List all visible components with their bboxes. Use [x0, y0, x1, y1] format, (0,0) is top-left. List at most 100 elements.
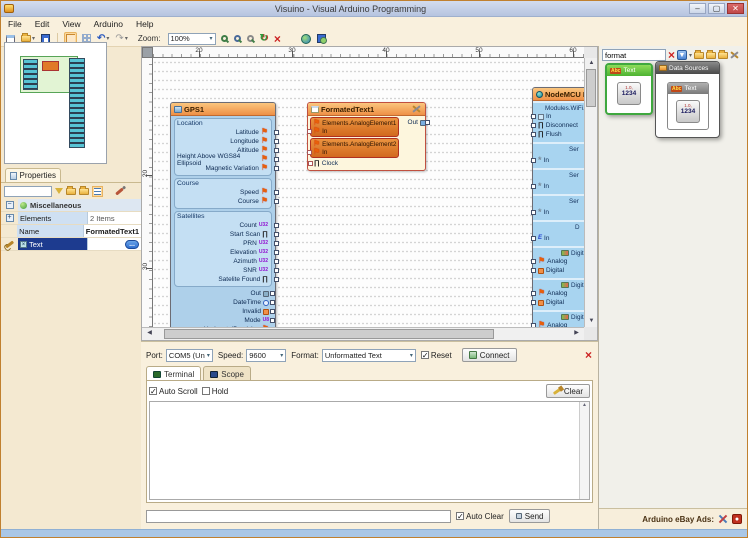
- pin-connector[interactable]: [274, 250, 279, 255]
- palette-item-text[interactable]: Abc Text 1.0, 1234: [667, 82, 709, 130]
- maximize-button[interactable]: ▢: [708, 3, 725, 14]
- close-button[interactable]: ✕: [727, 3, 744, 14]
- pin-row[interactable]: Analog: [533, 289, 584, 298]
- pin-connector[interactable]: [274, 148, 279, 153]
- format-combo[interactable]: Unformatted Text: [322, 349, 416, 362]
- pin-connector[interactable]: [531, 158, 536, 163]
- scrollbar-thumb[interactable]: [164, 329, 494, 339]
- pin-connector[interactable]: [425, 120, 430, 125]
- reset-checkbox[interactable]: ✓ Reset: [421, 351, 452, 360]
- pin-row[interactable]: Longitude: [177, 137, 268, 146]
- collapse-icon[interactable]: −: [6, 201, 14, 209]
- pin-connector[interactable]: [274, 277, 279, 282]
- open-dropdown-arrow[interactable]: ▾: [32, 35, 35, 42]
- palette-category-data-sources[interactable]: Data Sources Abc Text 1.0, 1234: [655, 61, 720, 138]
- expand-all-icon[interactable]: [66, 188, 76, 195]
- design-canvas[interactable]: GPS1 Location Latitude Longitude Altitud…: [153, 58, 584, 327]
- zoom-combo[interactable]: 100%: [168, 33, 216, 45]
- export-button[interactable]: [316, 33, 327, 44]
- analog-element-2[interactable]: Elements.AnalogElement2 In: [310, 138, 399, 158]
- scroll-right-arrow[interactable]: ▶: [571, 328, 582, 339]
- zoom-in-button[interactable]: [220, 34, 229, 43]
- pin-row[interactable]: Mode: [174, 316, 269, 325]
- nodemcu-header[interactable]: NodeMCU ESP: [533, 88, 584, 101]
- pin-row[interactable]: Elevation: [177, 248, 268, 257]
- auto-scroll-checkbox[interactable]: ✓ Auto Scroll: [149, 387, 198, 396]
- scroll-up-arrow[interactable]: ▲: [582, 402, 587, 408]
- pin-connector[interactable]: [531, 236, 536, 241]
- pin-connector[interactable]: [274, 268, 279, 273]
- pin-row[interactable]: Invalid: [174, 307, 269, 316]
- pin-connector[interactable]: [274, 241, 279, 246]
- zoom-original-button[interactable]: [246, 34, 255, 43]
- pin-row[interactable]: Analog: [533, 257, 584, 266]
- pin-connector[interactable]: [531, 210, 536, 215]
- expand-folder-icon[interactable]: [706, 52, 716, 59]
- hold-checkbox[interactable]: Hold: [202, 387, 228, 396]
- pin-connector[interactable]: [274, 259, 279, 264]
- clear-button[interactable]: Clear: [546, 384, 590, 398]
- pin-connector[interactable]: [270, 309, 275, 314]
- filter-icon[interactable]: [55, 188, 63, 194]
- categories-toggle-icon[interactable]: [92, 186, 103, 197]
- sort-down-icon[interactable]: ▼: [677, 50, 687, 60]
- connect-button[interactable]: Connect: [462, 348, 517, 362]
- delete-button[interactable]: [273, 32, 282, 46]
- property-row-elements[interactable]: + Elements 2 Items: [1, 212, 141, 225]
- menu-view[interactable]: View: [62, 19, 80, 29]
- item-header[interactable]: Abc Text: [668, 83, 708, 94]
- component-formattedtext1[interactable]: FormatedText1 Out Elements.AnalogElement…: [307, 102, 426, 171]
- pin-row[interactable]: DateTime: [174, 298, 269, 307]
- pin-row[interactable]: Flush: [533, 130, 584, 139]
- pin-connector[interactable]: [531, 259, 536, 264]
- checkbox-checked[interactable]: ✓: [421, 351, 429, 359]
- pin-row[interactable]: In: [313, 148, 396, 156]
- pin-row[interactable]: Speed: [177, 188, 268, 197]
- property-row-text[interactable]: × Text ...: [1, 238, 141, 251]
- disconnect-icon[interactable]: [585, 349, 592, 361]
- scroll-left-arrow[interactable]: ◀: [144, 328, 155, 339]
- speed-combo[interactable]: 9600: [246, 349, 286, 362]
- pin-row[interactable]: Disconnect: [533, 121, 584, 130]
- ads-close-icon[interactable]: ●: [732, 514, 742, 524]
- pin-row[interactable]: In: [533, 112, 584, 121]
- canvas-vertical-scrollbar[interactable]: ▲ ▼: [584, 58, 597, 327]
- collapse-all-icon[interactable]: [79, 188, 89, 195]
- pin-connector[interactable]: [274, 190, 279, 195]
- redo-button[interactable]: ▾: [114, 33, 128, 45]
- refresh-button[interactable]: [259, 33, 269, 45]
- pin-connector[interactable]: [274, 232, 279, 237]
- menu-arduino[interactable]: Arduino: [94, 19, 123, 29]
- pin-connector[interactable]: [531, 268, 536, 273]
- pin-connector[interactable]: [531, 291, 536, 296]
- pin-connector[interactable]: [274, 199, 279, 204]
- pin-connector[interactable]: [531, 300, 536, 305]
- pin-row[interactable]: Course: [177, 197, 268, 206]
- scrollbar-thumb[interactable]: [586, 69, 596, 107]
- pin-row[interactable]: Satelite Found: [177, 275, 268, 284]
- component-nodemcu[interactable]: NodeMCU ESP Modules.WiFi.So In Disconnec…: [532, 87, 584, 327]
- pin-connector[interactable]: [270, 300, 275, 305]
- send-input[interactable]: [146, 510, 451, 523]
- pin-row[interactable]: Out: [408, 118, 426, 127]
- category-header[interactable]: Data Sources: [656, 62, 719, 74]
- gps1-header[interactable]: GPS1: [171, 103, 275, 116]
- pin-row[interactable]: In: [533, 182, 584, 191]
- port-combo[interactable]: COM5 (Unava: [166, 349, 213, 362]
- pin-connector[interactable]: [270, 318, 275, 323]
- pin-connector[interactable]: [307, 129, 312, 134]
- pin-row[interactable]: SNR: [177, 266, 268, 275]
- tab-scope[interactable]: Scope: [203, 366, 251, 381]
- pin-row[interactable]: In: [533, 208, 584, 217]
- pin-connector[interactable]: [274, 139, 279, 144]
- auto-clear-checkbox[interactable]: ✓ Auto Clear: [456, 512, 504, 521]
- pin-row[interactable]: Magnetic Variation: [177, 164, 268, 173]
- pin-row[interactable]: Count: [177, 221, 268, 230]
- pin-row[interactable]: Latitude: [177, 128, 268, 137]
- pin-connector[interactable]: [274, 157, 279, 162]
- pin-row[interactable]: Digital: [533, 266, 584, 275]
- checkbox-unchecked[interactable]: [202, 387, 210, 395]
- pin-row[interactable]: Azimuth: [177, 257, 268, 266]
- pin-row[interactable]: Height Above WGS84 Ellipsoid: [177, 155, 268, 164]
- sort-dropdown-arrow[interactable]: ▾: [689, 52, 692, 59]
